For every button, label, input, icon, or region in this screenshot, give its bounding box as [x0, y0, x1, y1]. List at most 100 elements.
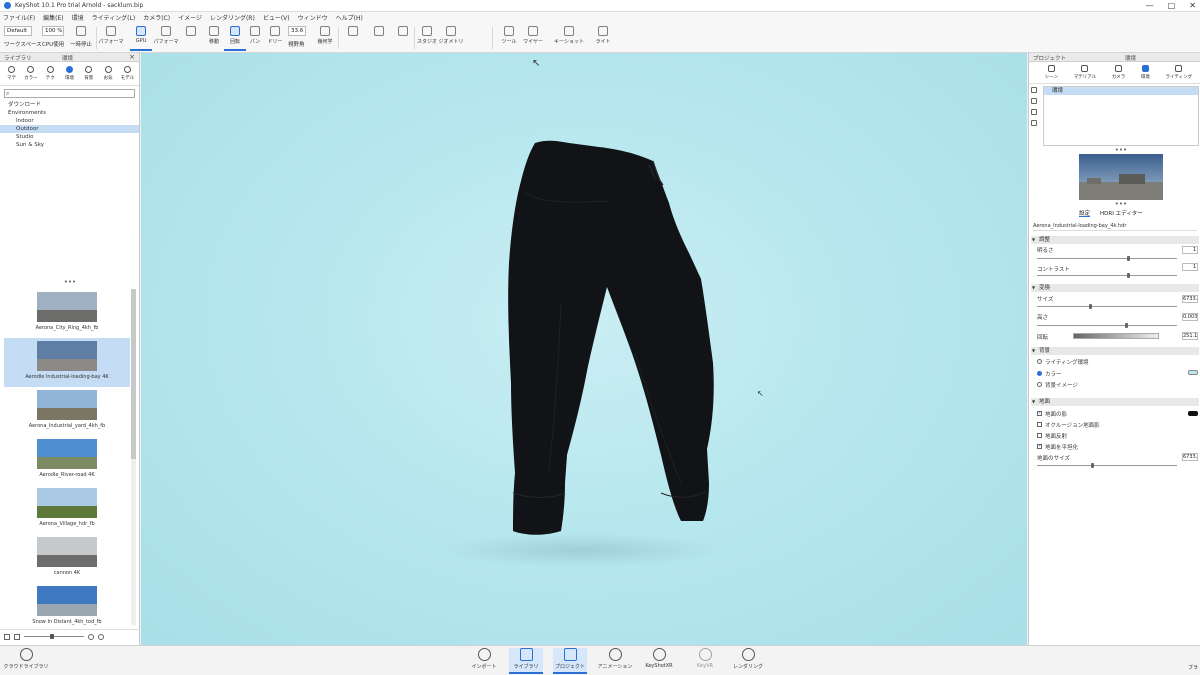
menu-render[interactable]: レンダリング(R)	[210, 13, 255, 22]
menu-file[interactable]: ファイル(F)	[3, 13, 35, 22]
tab-lighting[interactable]: ライティング	[1165, 65, 1192, 80]
tab-scene[interactable]: シーン	[1045, 65, 1058, 80]
add-icon[interactable]	[1031, 87, 1037, 93]
ground-shadow-checkbox[interactable]	[1037, 410, 1042, 416]
delete-icon[interactable]	[1031, 120, 1037, 126]
contrast-slider[interactable]	[1037, 273, 1177, 278]
environment-thumbnail[interactable]: Aerona_Industrial_yard_4kh_fb	[4, 387, 130, 436]
tool-object[interactable]	[368, 25, 390, 51]
ground-size-field[interactable]: 6733.1	[1182, 453, 1198, 461]
menu-camera[interactable]: カメラ(C)	[143, 13, 170, 22]
workspace-select[interactable]: Default	[4, 26, 32, 36]
thumbnail-size-slider[interactable]	[24, 634, 84, 639]
tool-rotate[interactable]: 回転	[224, 25, 246, 51]
rotation-field[interactable]: 251.1	[1182, 332, 1198, 340]
tree-item-studio[interactable]: Studio	[0, 133, 139, 141]
environment-thumbnail[interactable]: Aerodle Industrial-loading-bay 4K	[4, 338, 130, 387]
tab-materials[interactable]: マテ	[5, 66, 19, 81]
splitter-handle[interactable]: •••	[0, 279, 140, 286]
tab-favorites[interactable]: お気	[101, 66, 115, 81]
environment-thumbnail[interactable]: cannon 4K	[4, 534, 130, 583]
environment-thumbnail[interactable]: Aerodle_River-road 4K	[4, 436, 130, 485]
import-button[interactable]: インポート	[467, 648, 501, 674]
refresh-icon[interactable]	[88, 633, 94, 640]
list-view-icon[interactable]	[14, 633, 20, 640]
copy-icon[interactable]	[1031, 109, 1037, 115]
ground-reflection-checkbox[interactable]	[1037, 433, 1042, 438]
tab-environments[interactable]: 環境	[62, 66, 76, 81]
menu-lighting[interactable]: ライティング(L)	[92, 13, 136, 22]
close-icon[interactable]: ×	[129, 53, 135, 61]
tool-keyshot[interactable]: キーショット	[554, 25, 584, 51]
tree-item-sun-sky[interactable]: Sun & Sky	[0, 141, 139, 149]
height-slider[interactable]	[1037, 323, 1177, 328]
close-button[interactable]: ✕	[1189, 1, 1196, 10]
tab-camera[interactable]: カメラ	[1112, 65, 1125, 80]
cpu-percent-select[interactable]: 100 %	[42, 26, 64, 36]
menu-environment[interactable]: 環境	[72, 13, 84, 22]
environment-list-item[interactable]: 環境	[1044, 87, 1198, 95]
tool-tools[interactable]: ツール	[498, 25, 520, 51]
tool-wireframe[interactable]: ワイヤー	[522, 25, 544, 51]
grid-view-icon[interactable]	[4, 633, 10, 640]
maximize-button[interactable]: □	[1168, 1, 1176, 10]
tree-item-environments[interactable]: Environments	[0, 109, 139, 117]
tool-studio[interactable]: スタジオ	[416, 25, 438, 51]
environment-thumbnail[interactable]: Aerona_Village_hdr_fb	[4, 485, 130, 534]
tree-item-outdoor[interactable]: Outdoor	[0, 125, 139, 133]
tool-camera[interactable]	[342, 25, 364, 51]
fps-field[interactable]: 33.6	[288, 26, 306, 36]
tool-geometry[interactable]: ジオメトリ	[439, 25, 464, 51]
tab-material[interactable]: マテリアル	[1074, 65, 1096, 80]
render-viewport[interactable]: ↖ ↖	[141, 53, 1027, 645]
menu-window[interactable]: ウィンドウ	[298, 13, 328, 22]
tree-item-downloads[interactable]: ダウンロード	[0, 101, 139, 109]
brightness-slider[interactable]	[1037, 256, 1177, 261]
rotation-gradient-slider[interactable]	[1073, 333, 1159, 339]
tab-hdri-editor[interactable]: HDRI エディター	[1100, 209, 1143, 217]
environment-thumbnail[interactable]: Aerona_City_Ring_4kh_fb	[4, 289, 130, 338]
size-slider[interactable]	[1037, 304, 1177, 309]
section-transform[interactable]: 変換	[1031, 284, 1199, 292]
library-search-input[interactable]: ⌕	[4, 89, 135, 98]
section-ground[interactable]: 地面	[1031, 398, 1199, 406]
tab-models[interactable]: モデル	[120, 66, 134, 81]
bg-lighting-radio[interactable]	[1037, 359, 1042, 364]
occlusion-checkbox[interactable]	[1037, 422, 1042, 427]
tool-geometry-view[interactable]: 幾何学	[314, 25, 336, 51]
cloud-library-button[interactable]: クラウドライブラリ	[4, 648, 49, 674]
shadow-color-swatch[interactable]	[1188, 411, 1198, 416]
pants-model[interactable]	[141, 53, 1027, 645]
library-button[interactable]: ライブラリ	[509, 648, 543, 674]
tree-item-indoor[interactable]: Indoor	[0, 117, 139, 125]
tab-colors[interactable]: カラー	[24, 66, 38, 81]
animation-button[interactable]: アニメーション	[598, 648, 632, 674]
pause-button[interactable]	[70, 25, 92, 51]
render-button[interactable]: レンダリング	[731, 648, 765, 674]
tool-move[interactable]: 移動	[203, 25, 225, 51]
ground-size-slider[interactable]	[1037, 463, 1177, 468]
bg-color-radio[interactable]	[1037, 371, 1042, 376]
tab-environment[interactable]: 環境	[1141, 65, 1150, 80]
height-field[interactable]: 0.003	[1182, 313, 1198, 321]
settings-icon[interactable]	[98, 633, 104, 640]
splitter-handle[interactable]: •••	[1079, 201, 1163, 208]
tool-performance-mode[interactable]: パフォーマ	[99, 25, 124, 51]
contrast-field[interactable]: 1	[1182, 263, 1198, 271]
bg-image-radio[interactable]	[1037, 382, 1042, 387]
project-button[interactable]: プロジェクト	[553, 648, 587, 674]
tool-dolly[interactable]: ドリー	[264, 25, 286, 51]
tab-backplates[interactable]: 背景	[82, 66, 96, 81]
bg-color-swatch[interactable]	[1188, 370, 1198, 375]
tool-performance[interactable]: パフォーマ	[154, 25, 179, 51]
environment-thumbnail[interactable]: Snow In Distant_4kh_tod_fb	[4, 583, 130, 625]
section-adjust[interactable]: 調整	[1031, 236, 1199, 244]
tool-gpu[interactable]: GPU	[130, 25, 152, 51]
flatten-ground-checkbox[interactable]	[1037, 443, 1042, 449]
menu-help[interactable]: ヘルプ(H)	[336, 13, 363, 22]
brightness-field[interactable]: 1	[1182, 246, 1198, 254]
tool-pan[interactable]: パン	[244, 25, 266, 51]
keyvr-button[interactable]: KeyVR	[688, 648, 722, 674]
duplicate-icon[interactable]	[1031, 98, 1037, 104]
tab-textures[interactable]: テク	[43, 66, 57, 81]
